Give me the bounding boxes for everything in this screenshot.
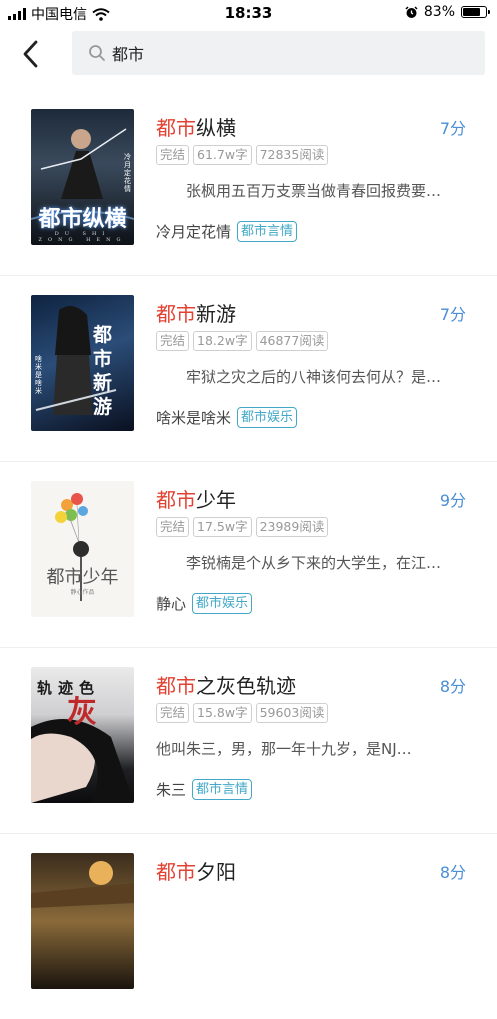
status-right: 83% [405,4,490,20]
author-row: 静心 都市娱乐 [156,593,253,614]
book-author: 静心 [156,595,187,613]
book-score: 8分 [439,677,466,696]
book-item[interactable]: 轨迹色 灰 都市之灰色轨迹 8分 完结 15.8w字 59603阅读 他叫朱三，… [0,648,497,834]
book-score: 7分 [439,305,466,324]
read-count-tag: 23989阅读 [255,517,329,537]
book-title: 都市之灰色轨迹 [156,670,296,699]
cover-title-big: 灰 [67,695,97,730]
search-bar[interactable] [72,31,485,75]
book-cover: 都市纵横 DU SHI ZONG HENG 冷月定花情 [31,109,134,245]
book-cover: 都市新游 啥米是啥米 [31,295,134,431]
book-tags: 完结 15.8w字 59603阅读 [156,703,329,723]
nav-bar [0,26,497,82]
book-title: 都市纵横 [156,112,236,141]
book-description: 他叫朱三，男，那一年十九岁，是NJ… [156,740,412,758]
cover-author: 冷月定花情 [124,153,131,193]
result-list: 都市纵横 DU SHI ZONG HENG 冷月定花情 都市纵横 7分 完结 6… [0,90,497,1019]
cover-author: 静心作品 [70,589,95,596]
title-rest: 之灰色轨迹 [196,674,296,698]
title-rest: 纵横 [196,116,236,140]
back-arrow-icon[interactable] [16,38,48,70]
book-item[interactable]: 都市少年 静心作品 都市少年 9分 完结 17.5w字 23989阅读 李锐楠是… [0,462,497,648]
book-title: 都市新游 [156,298,236,327]
book-tags: 完结 61.7w字 72835阅读 [156,145,329,165]
title-highlight: 都市 [156,116,196,140]
book-cover: 都市少年 静心作品 [31,481,134,617]
alarm-icon [405,5,418,18]
status-tag: 完结 [156,145,190,165]
word-count-tag: 18.2w字 [193,331,252,351]
status-tag: 完结 [156,331,190,351]
cover-pinyin: DU SHI ZONG HENG [38,231,127,243]
word-count-tag: 17.5w字 [193,517,252,537]
category-tag[interactable]: 都市娱乐 [237,407,298,428]
book-author: 朱三 [156,781,187,799]
book-item[interactable]: 都市新游 啥米是啥米 都市新游 7分 完结 18.2w字 46877阅读 牢狱之… [0,276,497,462]
cover-title: 都市新游 [93,324,113,418]
book-cover [31,853,134,989]
cover-title: 都市纵横 [38,206,127,232]
book-score: 9分 [439,491,466,510]
status-bar: 中国电信 18:33 83% [0,0,497,26]
status-tag: 完结 [156,517,190,537]
category-tag[interactable]: 都市言情 [192,779,253,800]
book-score: 7分 [439,119,466,138]
category-tag[interactable]: 都市言情 [237,221,298,242]
book-author: 冷月定花情 [156,223,232,241]
word-count-tag: 61.7w字 [193,145,252,165]
title-rest: 夕阳 [196,860,236,884]
title-highlight: 都市 [156,674,196,698]
author-row: 朱三 都市言情 [156,779,253,800]
book-tags: 完结 17.5w字 23989阅读 [156,517,329,537]
word-count-tag: 15.8w字 [193,703,252,723]
author-row: 啥米是啥米 都市娱乐 [156,407,298,428]
search-input[interactable] [112,43,472,63]
book-cover: 轨迹色 灰 [31,667,134,803]
status-tag: 完结 [156,703,190,723]
book-item[interactable]: 都市夕阳 8分 [0,834,497,1019]
book-title: 都市夕阳 [156,856,236,885]
author-row: 冷月定花情 都市言情 [156,221,298,242]
cover-balloons-icon [55,493,89,601]
title-highlight: 都市 [156,302,196,326]
read-count-tag: 59603阅读 [255,703,329,723]
book-tags: 完结 18.2w字 46877阅读 [156,331,329,351]
book-author: 啥米是啥米 [156,409,232,427]
book-description: 牢狱之灾之后的八神该何去何从？是… [186,368,442,386]
search-icon [89,45,105,61]
cover-author: 啥米是啥米 [35,355,42,395]
title-rest: 新游 [196,302,236,326]
category-tag[interactable]: 都市娱乐 [192,593,253,614]
cover-sunset-icon [31,861,134,908]
battery-icon [461,6,490,18]
book-item[interactable]: 都市纵横 DU SHI ZONG HENG 冷月定花情 都市纵横 7分 完结 6… [0,90,497,276]
cover-title: 都市少年 [46,567,119,588]
read-count-tag: 46877阅读 [255,331,329,351]
title-rest: 少年 [196,488,236,512]
book-description: 张枫用五百万支票当做青春回报费要… [186,182,442,200]
battery-percent: 83% [423,4,455,20]
book-description: 李锐楠是个从乡下来的大学生，在江… [186,554,442,572]
read-count-tag: 72835阅读 [255,145,329,165]
book-score: 8分 [439,863,466,882]
title-highlight: 都市 [156,860,196,884]
title-highlight: 都市 [156,488,196,512]
book-title: 都市少年 [156,484,236,513]
